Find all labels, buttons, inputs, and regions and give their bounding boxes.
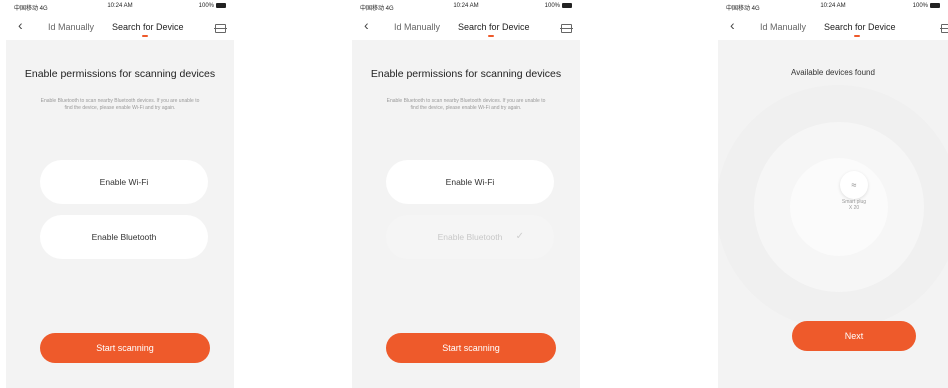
page-title: Enable permissions for scanning devices	[24, 68, 216, 80]
enable-bluetooth-button[interactable]: Enable Bluetooth	[40, 215, 208, 259]
page-description: Enable Bluetooth to scan nearby Bluetoot…	[40, 98, 200, 111]
back-button[interactable]: ‹	[730, 17, 735, 33]
devices-found-title: Available devices found	[791, 68, 875, 77]
active-tab-indicator	[854, 35, 860, 37]
battery-indicator: 100%	[913, 3, 940, 9]
back-button[interactable]: ‹	[364, 17, 369, 33]
battery-icon	[930, 3, 940, 8]
nav-bar: ‹ Id Manually Search for Device	[352, 14, 580, 40]
wifi-icon: ≈	[851, 180, 857, 190]
status-bar: 中国移动 4G 10:24 AM 100%	[6, 0, 234, 14]
scan-icon[interactable]	[214, 24, 227, 33]
tab-add-manually[interactable]: Id Manually	[48, 22, 94, 32]
nav-bar: ‹ Id Manually Search for Device	[6, 14, 234, 40]
page-title: Enable permissions for scanning devices	[370, 68, 562, 80]
battery-icon	[562, 3, 572, 8]
enable-wifi-button[interactable]: Enable Wi-Fi	[40, 160, 208, 204]
scan-icon[interactable]	[940, 24, 948, 33]
next-button[interactable]: Next	[792, 321, 916, 351]
page-description: Enable Bluetooth to scan nearby Bluetoot…	[386, 98, 546, 111]
check-icon: ✓	[515, 231, 524, 242]
battery-indicator: 100%	[199, 3, 226, 9]
active-tab-indicator	[142, 35, 148, 37]
device-id: X 20	[848, 205, 860, 211]
tab-add-manually[interactable]: Id Manually	[394, 22, 440, 32]
active-tab-indicator	[488, 35, 494, 37]
enable-wifi-button[interactable]: Enable Wi-Fi	[386, 160, 554, 204]
tab-search-for-device[interactable]: Search for Device	[112, 22, 184, 32]
battery-indicator: 100%	[545, 3, 572, 9]
found-device-label: Smart plug X 20	[822, 199, 886, 211]
status-bar: 中国移动 4G 10:24 AM 100%	[352, 0, 580, 14]
start-scanning-button[interactable]: Start scanning	[40, 333, 210, 363]
scan-icon[interactable]	[560, 24, 573, 33]
screen-enable-permissions-bt-enabled: 中国移动 4G 10:24 AM 100% ‹ Id Manually Sear…	[352, 0, 580, 388]
screen-enable-permissions: 中国移动 4G 10:24 AM 100% ‹ Id Manually Sear…	[6, 0, 234, 388]
status-bar: 中国移动 4G 10:24 AM 100%	[718, 0, 948, 14]
nav-bar: ‹ Id Manually Search for Device	[718, 14, 948, 40]
tab-add-manually[interactable]: Id Manually	[760, 22, 806, 32]
back-button[interactable]: ‹	[18, 17, 23, 33]
tab-search-for-device[interactable]: Search for Device	[824, 22, 896, 32]
screen-devices-found: 中国移动 4G 10:24 AM 100% ‹ Id Manually Sear…	[718, 0, 948, 388]
start-scanning-button[interactable]: Start scanning	[386, 333, 556, 363]
battery-icon	[216, 3, 226, 8]
tab-search-for-device[interactable]: Search for Device	[458, 22, 530, 32]
enable-bluetooth-button-disabled: Enable Bluetooth ✓	[386, 215, 554, 259]
found-device-button[interactable]: ≈	[840, 171, 868, 199]
enable-bluetooth-label: Enable Bluetooth	[437, 232, 503, 242]
